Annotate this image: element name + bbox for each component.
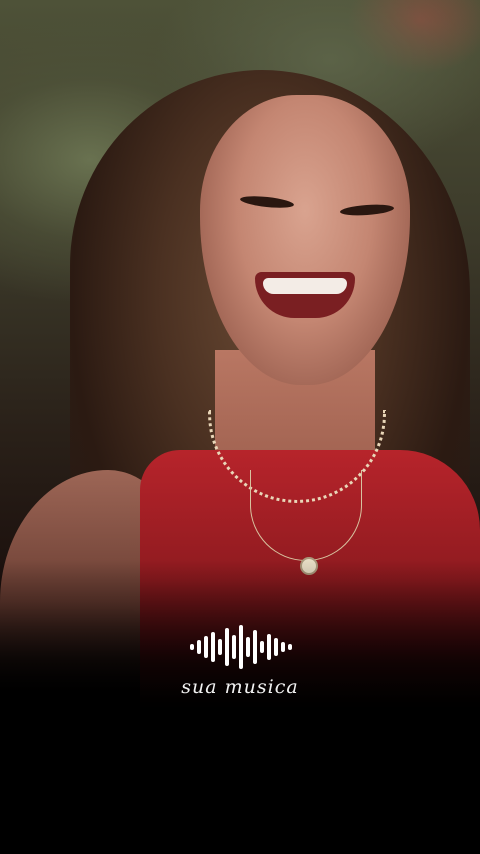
waveform-bar [246,637,250,657]
video-screen[interactable]: sua musica [0,0,480,854]
waveform-bar [274,638,278,656]
waveform-bar [211,632,215,662]
waveform-bar [288,644,292,650]
waveform-bar [197,640,201,654]
person-teeth [263,278,347,294]
audio-waveform-icon [190,625,294,669]
waveform-bar [204,636,208,658]
waveform-bar [232,635,236,659]
bottom-fade [0,560,480,854]
waveform-bar [218,639,222,655]
waveform-bar [260,641,264,653]
waveform-bar [225,628,229,666]
brand-label: sua musica [181,676,299,698]
waveform-bar [281,642,285,652]
waveform-bar [190,644,194,650]
waveform-bar [267,634,271,660]
waveform-bar [239,625,243,669]
waveform-bar [253,630,257,664]
